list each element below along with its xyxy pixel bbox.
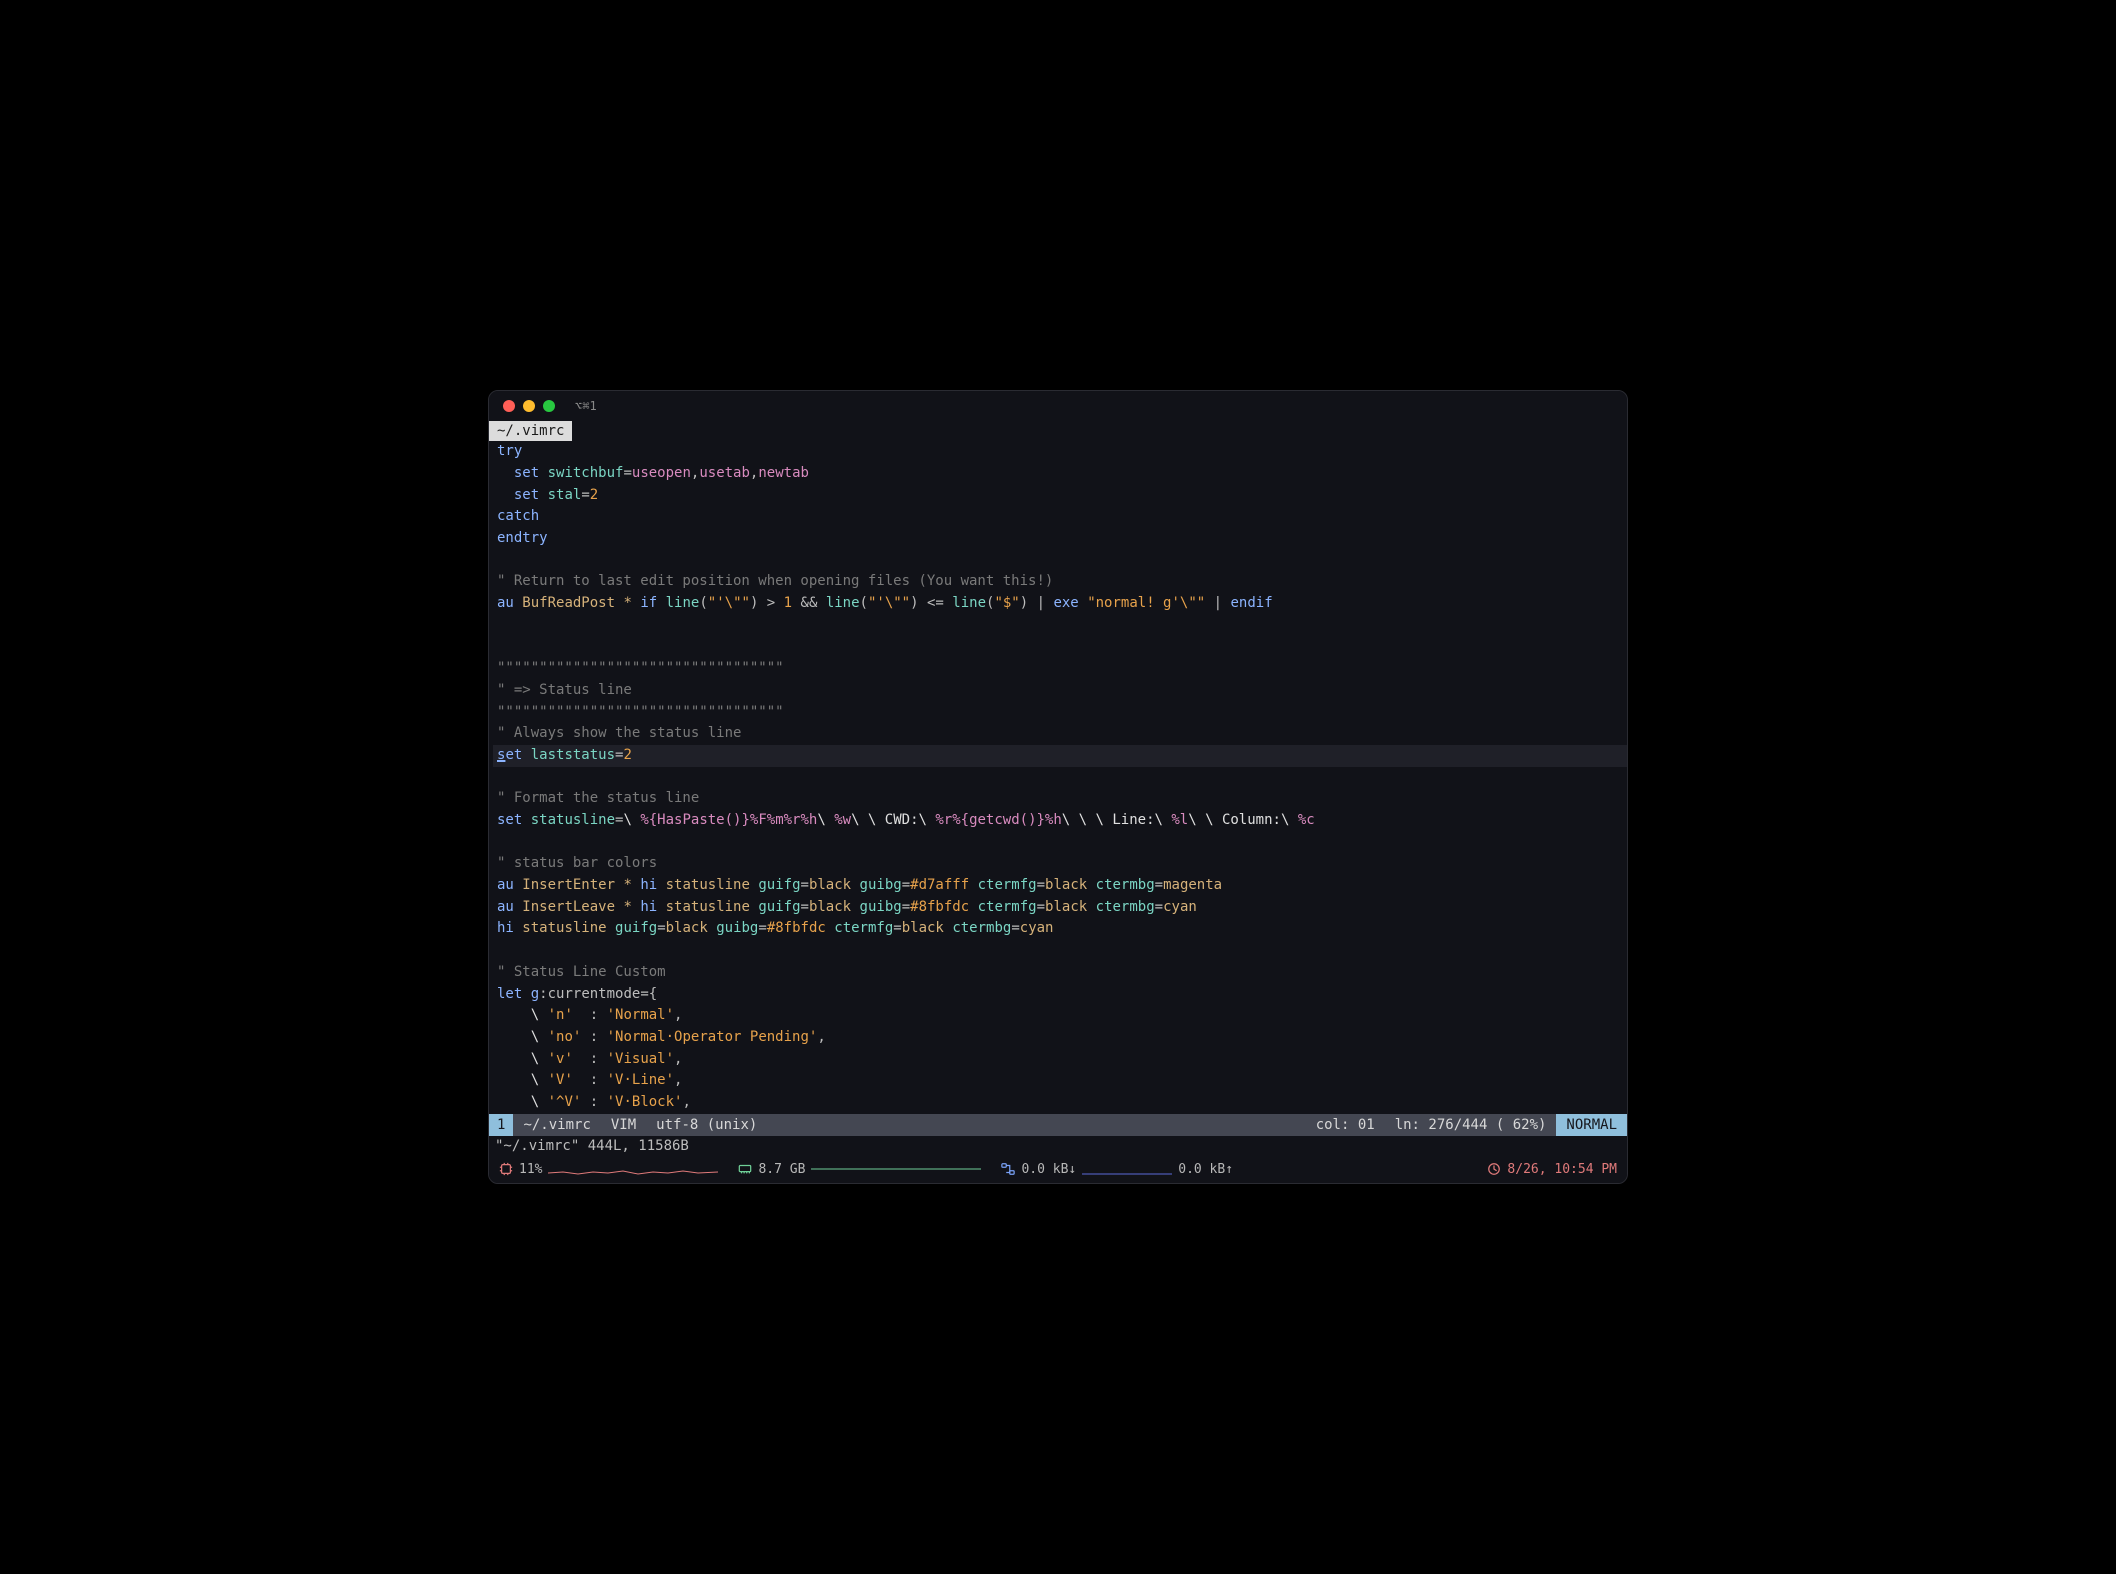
network-icon xyxy=(1001,1162,1015,1176)
code-line[interactable]: au BufReadPost * if line("'\"") > 1 && l… xyxy=(493,593,1627,615)
titlebar: ⌥⌘1 xyxy=(489,391,1627,421)
code-line[interactable]: " Status Line Custom xyxy=(493,962,1627,984)
mem-group: 8.7 GB xyxy=(738,1162,981,1177)
code-line[interactable]: " Format the status line xyxy=(493,788,1627,810)
code-line[interactable]: \ 'no' : 'Normal·Operator Pending', xyxy=(493,1027,1627,1049)
code-line[interactable]: \ '^V' : 'V·Block', xyxy=(493,1092,1627,1114)
mem-sparkline xyxy=(811,1162,981,1176)
code-line[interactable]: """""""""""""""""""""""""""""""""" xyxy=(493,702,1627,724)
code-line[interactable] xyxy=(493,940,1627,962)
cpu-icon xyxy=(499,1162,513,1176)
code-line[interactable]: \ 'v' : 'Visual', xyxy=(493,1049,1627,1071)
net-upload: 0.0 kB↑ xyxy=(1178,1162,1233,1177)
code-line[interactable] xyxy=(493,615,1627,637)
code-line[interactable]: set stal=2 xyxy=(493,485,1627,507)
code-line[interactable]: hi statusline guifg=black guibg=#8fbfdc … xyxy=(493,918,1627,940)
clock-time: 8/26, 10:54 PM xyxy=(1507,1162,1617,1177)
statusline-encoding: utf-8 (unix) xyxy=(646,1114,767,1136)
maximize-icon[interactable] xyxy=(543,400,555,412)
code-line[interactable]: try xyxy=(493,441,1627,463)
cpu-group: 11% xyxy=(499,1162,718,1177)
code-line[interactable]: endtry xyxy=(493,528,1627,550)
net-group: 0.0 kB↓ 0.0 kB↑ xyxy=(1001,1162,1233,1177)
code-line[interactable] xyxy=(493,637,1627,659)
code-line[interactable]: au InsertLeave * hi statusline guifg=bla… xyxy=(493,897,1627,919)
code-line[interactable]: let g:currentmode={ xyxy=(493,984,1627,1006)
mem-value: 8.7 GB xyxy=(758,1162,805,1177)
system-statusbar: 11% 8.7 GB 0.0 kB↓ 0.0 kB↑ xyxy=(489,1158,1627,1183)
code-line[interactable] xyxy=(493,832,1627,854)
code-line[interactable]: set statusline=\ %{HasPaste()}%F%m%r%h\ … xyxy=(493,810,1627,832)
code-line[interactable]: " Return to last edit position when open… xyxy=(493,571,1627,593)
code-line[interactable]: au InsertEnter * hi statusline guifg=bla… xyxy=(493,875,1627,897)
buffer-tabbar: ~/.vimrc xyxy=(489,421,1627,441)
clock-group: 8/26, 10:54 PM xyxy=(1487,1162,1617,1177)
code-line[interactable]: " status bar colors xyxy=(493,853,1627,875)
code-line[interactable]: set laststatus=2 xyxy=(493,745,1627,767)
code-line[interactable]: \ 'n' : 'Normal', xyxy=(493,1005,1627,1027)
statusline: 1 ~/.vimrc VIM utf-8 (unix) col: 01 ln: … xyxy=(489,1114,1627,1136)
statusline-mode: NORMAL xyxy=(1556,1114,1627,1136)
close-icon[interactable] xyxy=(503,400,515,412)
statusline-filetype: VIM xyxy=(601,1114,646,1136)
code-line[interactable]: set switchbuf=useopen,usetab,newtab xyxy=(493,463,1627,485)
code-line[interactable] xyxy=(493,550,1627,572)
cpu-sparkline xyxy=(548,1162,718,1176)
net-download: 0.0 kB↓ xyxy=(1021,1162,1076,1177)
code-line[interactable]: " => Status line xyxy=(493,680,1627,702)
clock-icon xyxy=(1487,1162,1501,1176)
buffer-tab[interactable]: ~/.vimrc xyxy=(489,421,572,441)
net-sparkline xyxy=(1082,1162,1172,1176)
statusline-line: ln: 276/444 ( 62%) xyxy=(1385,1114,1557,1136)
terminal-window: ⌥⌘1 ~/.vimrc try set switchbuf=useopen,u… xyxy=(488,390,1628,1183)
memory-icon xyxy=(738,1162,752,1176)
code-line[interactable]: " Always show the status line xyxy=(493,723,1627,745)
editor-viewport[interactable]: try set switchbuf=useopen,usetab,newtab … xyxy=(489,441,1627,1113)
statusline-file: ~/.vimrc xyxy=(513,1114,600,1136)
code-line[interactable]: \ 'V' : 'V·Line', xyxy=(493,1070,1627,1092)
command-line[interactable]: "~/.vimrc" 444L, 11586B xyxy=(489,1136,1627,1158)
code-line[interactable] xyxy=(493,767,1627,789)
statusline-col: col: 01 xyxy=(1306,1114,1385,1136)
window-title: ⌥⌘1 xyxy=(575,399,597,413)
cpu-percent: 11% xyxy=(519,1162,542,1177)
statusline-bufnum: 1 xyxy=(489,1114,513,1136)
code-line[interactable]: catch xyxy=(493,506,1627,528)
minimize-icon[interactable] xyxy=(523,400,535,412)
code-line[interactable]: """""""""""""""""""""""""""""""""" xyxy=(493,658,1627,680)
